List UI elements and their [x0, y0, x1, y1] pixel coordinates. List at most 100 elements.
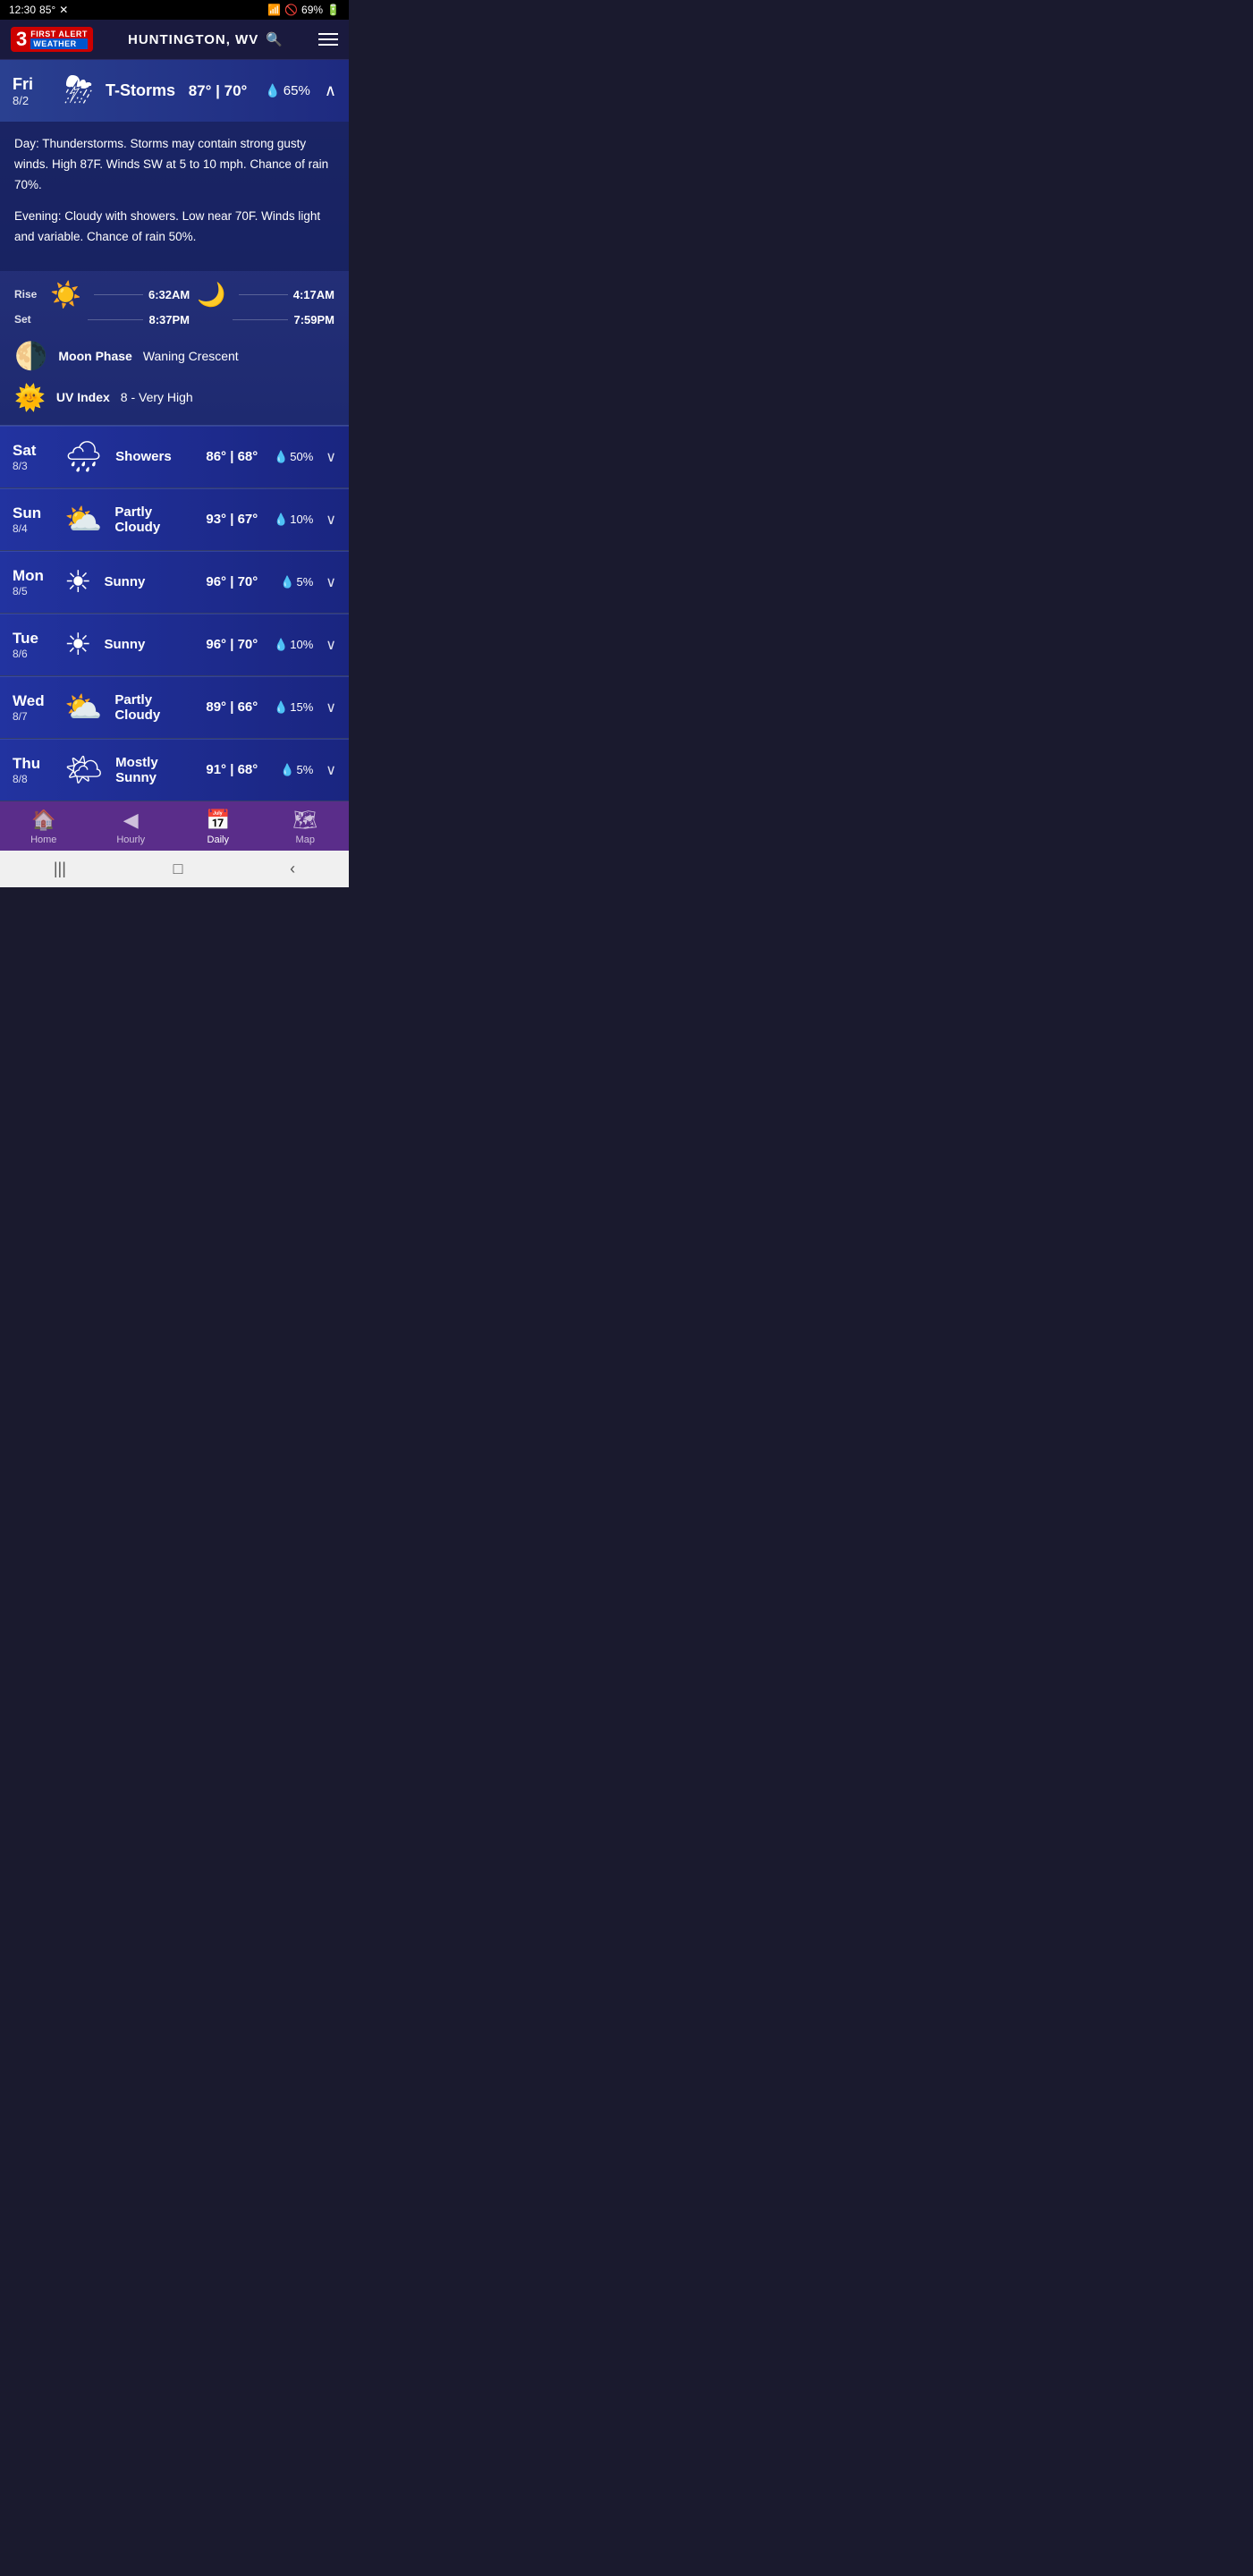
row-condition: Sunny: [104, 637, 199, 652]
forecast-row-thu[interactable]: Thu 8/8 🌤 MostlySunny 91° | 68° 💧 5% ∨: [0, 739, 349, 801]
expanded-low: 70°: [224, 82, 248, 99]
row-temps: 91° | 68°: [206, 762, 258, 777]
time-display: 12:30: [9, 4, 36, 16]
moon-uv-section: 🌗 Moon Phase Waning Crescent 🌞 UV Index …: [0, 335, 349, 425]
home-icon: 🏠: [31, 809, 55, 832]
hourly-icon: ◀: [123, 809, 139, 832]
sun-set-line: [88, 319, 143, 320]
daily-label: Daily: [207, 835, 229, 845]
bottom-nav: 🏠 Home ◀ Hourly 📅 Daily 🗺 Map: [0, 801, 349, 851]
row-weather-icon: ⛅: [64, 502, 102, 538]
row-expand-chevron[interactable]: ∨: [326, 636, 336, 654]
logo-weather: WEATHER: [30, 38, 88, 49]
set-label: Set: [14, 313, 43, 326]
row-weather-icon: 🌤: [64, 752, 103, 788]
forecast-row-tue[interactable]: Tue 8/6 ☀ Sunny 96° | 70° 💧 10% ∨: [0, 614, 349, 675]
rise-row: Rise ☀️ 6:32AM 🌙 4:17AM: [14, 280, 334, 309]
moon-icon: 🌙: [197, 281, 225, 309]
expanded-high: 87°: [189, 82, 212, 99]
row-date: 8/3: [13, 460, 52, 472]
row-temps: 96° | 70°: [206, 574, 258, 589]
android-back-button[interactable]: ‹: [290, 860, 295, 878]
row-expand-chevron[interactable]: ∨: [326, 699, 336, 716]
row-day-name: Wed: [13, 692, 52, 710]
uv-sun-icon: 🌞: [14, 383, 46, 412]
app-logo: 3 FIRST ALERT WEATHER: [11, 27, 93, 52]
row-condition: Showers: [115, 449, 199, 464]
logo-first-alert: FIRST ALERT: [30, 30, 88, 38]
row-day-name: Sun: [13, 504, 52, 522]
row-date: 8/8: [13, 773, 52, 785]
uv-index-value: 8 - Very High: [121, 390, 193, 404]
app-header: 3 FIRST ALERT WEATHER HUNTINGTON, WV 🔍: [0, 20, 349, 60]
row-rain-pct: 15%: [290, 700, 313, 714]
row-rain: 💧 10%: [272, 638, 313, 652]
status-right: 📶 🚫 69% 🔋: [267, 4, 340, 16]
map-icon: 🗺: [292, 809, 317, 832]
status-bar: 12:30 85° ✕ 📶 🚫 69% 🔋: [0, 0, 349, 20]
expanded-forecast-header[interactable]: Fri 8/2 ⛈ T-Storms 87° | 70° 💧 65% ∧: [0, 60, 349, 122]
evening-detail: Evening: Cloudy with showers. Low near 7…: [14, 207, 334, 248]
row-date: 8/5: [13, 585, 52, 597]
forecast-row-mon[interactable]: Mon 8/5 ☀ Sunny 96° | 70° 💧 5% ∨: [0, 551, 349, 613]
row-rain-drop: 💧: [274, 700, 288, 715]
moon-rise-line: [239, 294, 288, 295]
expanded-sep: |: [216, 82, 224, 99]
rise-label: Rise: [14, 288, 43, 301]
row-temps: 89° | 66°: [206, 699, 258, 715]
row-temps: 93° | 67°: [206, 512, 258, 527]
row-rain-drop: 💧: [274, 513, 288, 527]
battery-icon: 🔋: [326, 4, 340, 16]
expanded-forecast-fri: Fri 8/2 ⛈ T-Storms 87° | 70° 💧 65% ∧ Day…: [0, 60, 349, 426]
row-rain: 💧 50%: [272, 450, 313, 464]
android-home-button[interactable]: □: [174, 860, 183, 878]
uv-row: 🌞 UV Index 8 - Very High: [14, 383, 334, 412]
moon-set-line: [233, 319, 288, 320]
sun-rise-line: [94, 294, 143, 295]
moon-phase-label: Moon Phase: [58, 349, 131, 363]
location-search[interactable]: HUNTINGTON, WV 🔍: [128, 31, 284, 47]
row-expand-chevron[interactable]: ∨: [326, 448, 336, 466]
nav-hourly[interactable]: ◀ Hourly: [104, 809, 157, 845]
set-row: Set 8:37PM 7:59PM: [14, 313, 334, 326]
row-date: 8/4: [13, 522, 52, 535]
row-weather-icon: 🌧: [64, 439, 103, 475]
collapse-chevron[interactable]: ∧: [325, 81, 336, 100]
row-day-info: Sat 8/3: [13, 442, 52, 472]
nav-home[interactable]: 🏠 Home: [17, 809, 71, 845]
forecast-row-sun[interactable]: Sun 8/4 ⛅ PartlyCloudy 93° | 67° 💧 10% ∨: [0, 488, 349, 550]
map-label: Map: [296, 835, 315, 845]
hourly-label: Hourly: [116, 835, 145, 845]
menu-button[interactable]: [318, 33, 338, 46]
expanded-rain-pct: 65%: [284, 83, 310, 98]
row-rain: 💧 5%: [272, 763, 313, 777]
row-rain-pct: 10%: [290, 638, 313, 651]
day-detail: Day: Thunderstorms. Storms may contain s…: [14, 134, 334, 196]
android-recent-button[interactable]: |||: [54, 860, 66, 878]
row-day-name: Sat: [13, 442, 52, 460]
search-icon[interactable]: 🔍: [266, 31, 284, 47]
close-icon: ✕: [59, 4, 68, 16]
nav-map[interactable]: 🗺 Map: [278, 809, 332, 845]
expanded-day-info: Fri 8/2: [13, 75, 52, 107]
forecast-row-wed[interactable]: Wed 8/7 ⛅ PartlyCloudy 89° | 66° 💧 15% ∨: [0, 676, 349, 738]
row-condition: PartlyCloudy: [114, 504, 199, 535]
row-weather-icon: ⛅: [64, 690, 102, 725]
row-expand-chevron[interactable]: ∨: [326, 511, 336, 529]
nav-daily[interactable]: 📅 Daily: [191, 809, 245, 845]
home-label: Home: [30, 835, 56, 845]
row-expand-chevron[interactable]: ∨: [326, 573, 336, 591]
row-day-info: Wed 8/7: [13, 692, 52, 723]
rain-drop-icon: 💧: [265, 83, 280, 98]
row-condition: MostlySunny: [115, 755, 199, 785]
sun-icon: ☀️: [50, 280, 81, 309]
forecast-detail-text: Day: Thunderstorms. Storms may contain s…: [0, 122, 349, 271]
row-day-info: Sun 8/4: [13, 504, 52, 535]
sun-set-time: 8:37PM: [148, 313, 190, 326]
temp-display: 85°: [39, 4, 55, 16]
forecast-row-sat[interactable]: Sat 8/3 🌧 Showers 86° | 68° 💧 50% ∨: [0, 426, 349, 487]
row-rain-drop: 💧: [274, 638, 288, 652]
expanded-day-name: Fri: [13, 75, 52, 94]
row-expand-chevron[interactable]: ∨: [326, 761, 336, 779]
row-day-info: Tue 8/6: [13, 630, 52, 660]
